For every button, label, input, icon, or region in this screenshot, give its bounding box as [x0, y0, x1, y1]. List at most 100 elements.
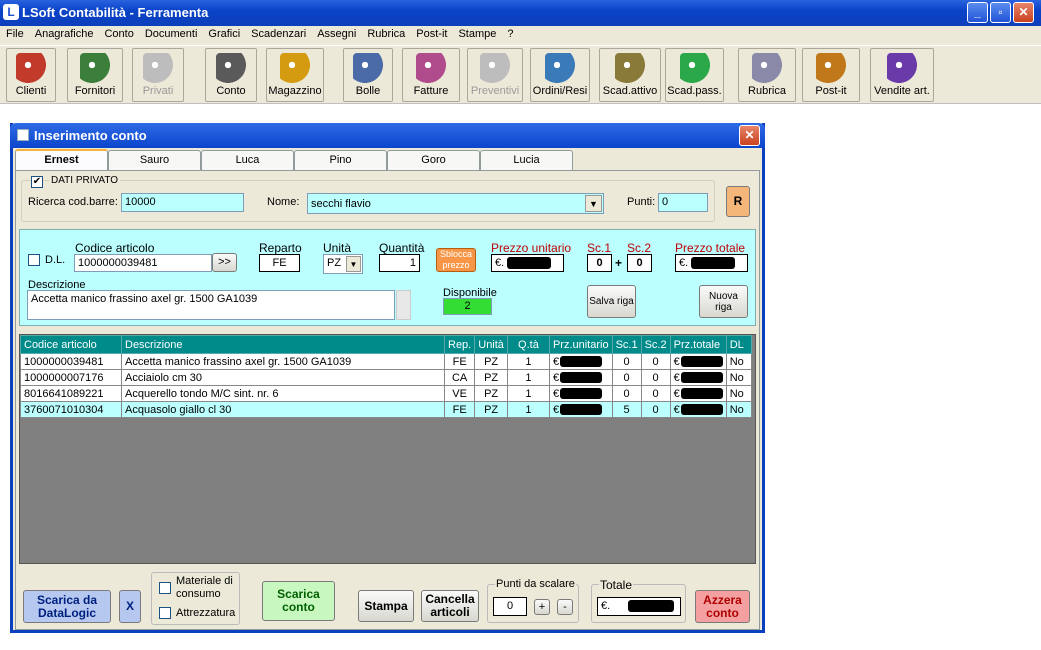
description-input[interactable]: Accetta manico frassino axel gr. 1500 GA…: [27, 290, 395, 320]
col-description[interactable]: Descrizione: [121, 335, 445, 354]
quantity-input[interactable]: 1: [379, 254, 420, 272]
private-checkbox[interactable]: ✔: [31, 176, 43, 188]
col-discount2[interactable]: Sc.2: [640, 335, 671, 354]
toolbar-magazzino-button[interactable]: Magazzino: [266, 48, 324, 102]
new-row-button[interactable]: Nuova riga: [699, 285, 748, 318]
table-row[interactable]: 3760071010304 Acquasolo giallo cl 30 FE PZ 1…: [20, 401, 752, 418]
dl-label: D.L.: [45, 254, 66, 266]
quote-icon: [480, 53, 510, 83]
print-button[interactable]: Stampa: [358, 590, 414, 622]
redacted-value: [680, 356, 723, 368]
dialog-icon: [17, 129, 29, 141]
menu-stampe[interactable]: Stampe: [452, 26, 501, 40]
menu-conto[interactable]: Conto: [98, 26, 138, 40]
postit-icon: [816, 53, 846, 83]
payables-icon: [679, 53, 710, 83]
redacted-value: [560, 388, 603, 400]
unit-price-input[interactable]: €.: [491, 254, 564, 272]
menu-postit[interactable]: Post-it: [410, 26, 452, 40]
discount1-input[interactable]: 0: [587, 254, 612, 272]
menu-documenti[interactable]: Documenti: [139, 26, 203, 40]
description-scrollbar[interactable]: [396, 290, 411, 320]
table-row[interactable]: 1000000007176 Acciaiolo cm 30 CA PZ 1 €0 0 € No: [20, 369, 752, 386]
discount1-label: Sc.1: [587, 241, 612, 255]
points-minus-button[interactable]: -: [557, 599, 573, 615]
browse-article-button[interactable]: >>: [212, 253, 237, 272]
col-dl[interactable]: DL: [725, 335, 752, 354]
points-to-deduct-input[interactable]: 0: [493, 597, 527, 616]
delete-articles-button[interactable]: Cancella articoli: [421, 590, 479, 622]
article-code-input[interactable]: 1000000039481: [74, 254, 212, 272]
clear-x-button[interactable]: X: [119, 590, 141, 623]
unlock-price-button[interactable]: Sblocca prezzo: [436, 248, 476, 272]
forklift-icon: [280, 53, 310, 83]
toolbar-preventivi-button[interactable]: Preventivi: [467, 48, 523, 102]
tab-ernest[interactable]: Ernest: [15, 149, 108, 172]
points-input[interactable]: 0: [658, 193, 708, 212]
unload-account-button[interactable]: Scarica conto: [262, 581, 335, 621]
minimize-button[interactable]: _: [967, 2, 988, 23]
reset-account-button[interactable]: Azzera conto: [695, 590, 750, 623]
total-group-label: Totale: [599, 578, 634, 592]
department-input[interactable]: FE: [259, 254, 300, 272]
points-plus-button[interactable]: +: [534, 599, 550, 615]
maximize-button[interactable]: ▫: [990, 2, 1011, 23]
col-discount1[interactable]: Sc.1: [611, 335, 642, 354]
col-unit-price[interactable]: Prz.unitario: [548, 335, 613, 354]
col-code[interactable]: Codice articolo: [20, 335, 122, 354]
toolbar-fatture-button[interactable]: Fatture: [402, 48, 460, 102]
toolbar-scad-attivo-button[interactable]: Scad.attivo: [599, 48, 661, 102]
menu-rubrica[interactable]: Rubrica: [361, 26, 410, 40]
toolbar-bolle-button[interactable]: Bolle: [343, 48, 393, 102]
supplier-icon: [80, 53, 110, 83]
datalogic-download-button[interactable]: Scarica da DataLogic: [23, 590, 111, 623]
tab-pino[interactable]: Pino: [294, 150, 387, 170]
menu-scadenzari[interactable]: Scadenzari: [245, 26, 311, 40]
chevron-down-icon[interactable]: ▼: [585, 195, 602, 212]
app-title-bar: L LSoft Contabilità - Ferramenta _ ▫ ✕: [0, 0, 1041, 26]
consumables-checkbox[interactable]: [159, 582, 171, 594]
table-row[interactable]: 1000000039481 Accetta manico frassino axe…: [20, 353, 752, 370]
toolbar-conto-button[interactable]: Conto: [205, 48, 257, 102]
col-quantity[interactable]: Q.tà: [506, 335, 550, 354]
barcode-input[interactable]: 10000: [121, 193, 244, 212]
menu-grafici[interactable]: Grafici: [202, 26, 245, 40]
col-unit[interactable]: Unità: [474, 335, 508, 354]
toolbar-rubrica-button[interactable]: Rubrica: [738, 48, 796, 102]
toolbar-postit-button[interactable]: Post-it: [802, 48, 860, 102]
toolbar-vendite-button[interactable]: Vendite art.: [870, 48, 934, 102]
tab-lucia[interactable]: Lucia: [480, 150, 573, 170]
menu-help[interactable]: ?: [501, 26, 518, 40]
toolbar-privati-button[interactable]: Privati: [132, 48, 184, 102]
r-button[interactable]: R: [726, 186, 750, 217]
discount2-input[interactable]: 0: [627, 254, 652, 272]
tab-goro[interactable]: Goro: [387, 150, 480, 170]
name-select[interactable]: secchi flavio: [307, 193, 604, 214]
redacted-value: [691, 257, 736, 270]
close-button[interactable]: ✕: [1013, 2, 1034, 23]
address-book-icon: [752, 53, 782, 83]
equipment-checkbox[interactable]: [159, 607, 171, 619]
menu-anagrafiche[interactable]: Anagrafiche: [29, 26, 99, 40]
toolbar: Clienti Fornitori Privati Conto Magazzin…: [0, 46, 1041, 104]
chevron-down-icon[interactable]: ▼: [346, 256, 361, 272]
toolbar-scad-pass-button[interactable]: Scad.pass.: [665, 48, 724, 102]
toolbar-fornitori-button[interactable]: Fornitori: [67, 48, 123, 102]
toolbar-clienti-button[interactable]: Clienti: [6, 48, 56, 102]
col-department[interactable]: Rep.: [443, 335, 476, 354]
save-row-button[interactable]: Salva riga: [587, 285, 636, 318]
dl-checkbox[interactable]: [28, 254, 40, 266]
consumables-label: Materiale di consumo: [176, 575, 233, 600]
total-price-input[interactable]: €.: [675, 254, 748, 272]
menu-file[interactable]: File: [0, 26, 29, 40]
dialog-close-button[interactable]: ✕: [739, 125, 760, 146]
table-row[interactable]: 8016641089221 Acquerello tondo M/C sint. …: [20, 385, 752, 402]
menu-assegni[interactable]: Assegni: [311, 26, 361, 40]
invoice-icon: [416, 53, 446, 83]
tab-sauro[interactable]: Sauro: [108, 150, 201, 170]
toolbar-ordini-resi-button[interactable]: Ordini/Resi: [530, 48, 590, 102]
articles-table: Codice articolo Descrizione Rep. Unità Q…: [20, 335, 752, 418]
col-total-price[interactable]: Prz.totale: [669, 335, 727, 354]
tab-luca[interactable]: Luca: [201, 150, 294, 170]
equipment-label: Attrezzatura: [176, 607, 236, 619]
